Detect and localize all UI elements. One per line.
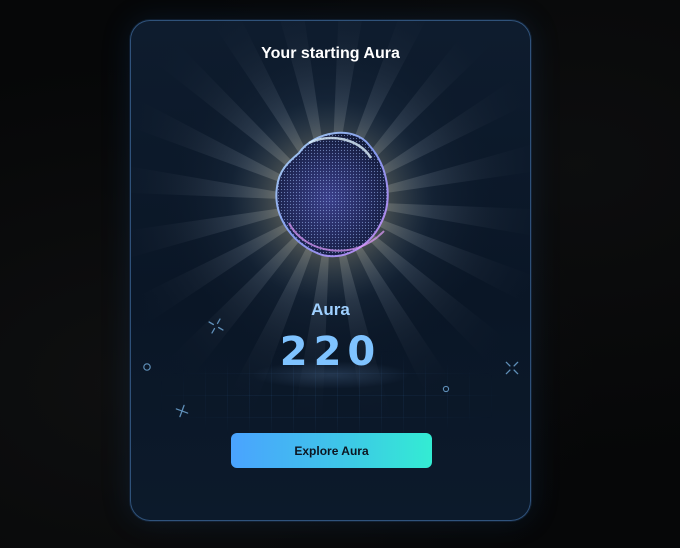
- ring-dot-icon: [143, 363, 151, 371]
- explore-aura-button[interactable]: Explore Aura: [231, 433, 432, 468]
- sparkle-icon: [208, 318, 224, 334]
- ring-dot-icon: [442, 385, 450, 393]
- aura-modal: Your starting Aura Aura 220 Explore Aura: [130, 20, 531, 521]
- aura-value: 220: [279, 329, 382, 375]
- aura-label: Aura: [311, 300, 350, 319]
- sparkle-icon: [505, 361, 519, 375]
- aura-orb-icon: [275, 131, 389, 258]
- plus-star-icon: [175, 404, 189, 418]
- modal-title: Your starting Aura: [261, 45, 400, 62]
